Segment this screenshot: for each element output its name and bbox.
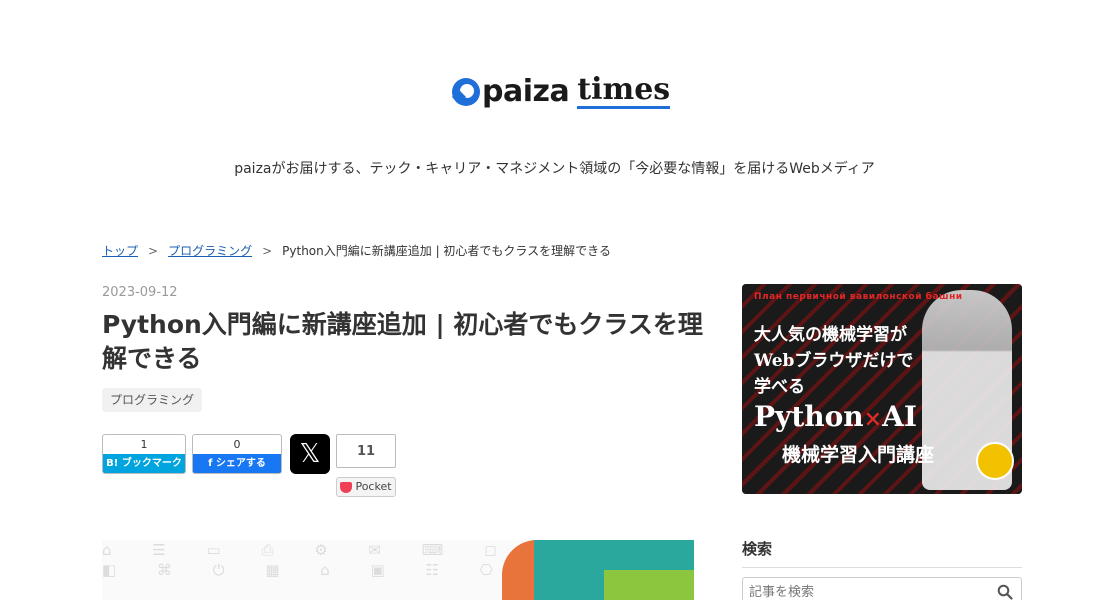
x-share-button[interactable]: 𝕏 (290, 434, 330, 474)
banner-course-name: 機械学習入門講座 (782, 444, 935, 466)
hatena-bookmark-button[interactable]: 1 B! ブックマーク (102, 434, 186, 474)
breadcrumb-separator: > (262, 243, 273, 258)
search-box (742, 577, 1022, 600)
hatena-label: B! ブックマーク (103, 454, 185, 473)
banner-python-ai: Python×AI (754, 400, 917, 433)
hero-accent-shape (534, 540, 694, 600)
site-tagline: paizaがお届けする、テック・キャリア・マネジメント領域の「今必要な情報」を届… (234, 161, 875, 177)
banner-line-1: 大人気の機械学習が (754, 325, 907, 345)
hatena-count: 1 (140, 438, 148, 451)
pocket-label: Pocket (355, 480, 392, 493)
facebook-share-button[interactable]: 0 f シェアする (192, 434, 282, 474)
banner-python: Python (754, 400, 864, 433)
article-title: Python入門編に新講座追加 | 初心者でもクラスを理解できる (102, 310, 703, 373)
breadcrumb: トップ > プログラミング > Python入門編に新講座追加 | 初心者でもク… (102, 242, 611, 259)
banner-ai: AI (882, 400, 917, 433)
facebook-count: 0 (233, 438, 241, 451)
search-icon[interactable] (997, 584, 1013, 600)
banner-top-text: План первичной вавилонской башни (754, 292, 963, 302)
breadcrumb-separator: > (148, 243, 159, 258)
logo-text-paiza: paiza (482, 74, 570, 109)
breadcrumb-link-top[interactable]: トップ (102, 242, 138, 259)
article-hero-image: ⌂ ☰ ▭ ⎙ ⚙ ✉ ⌨ ◻ ▤ ☐ ⎚ ◧ ⌘ ⏻ ▦ ⌂ ▣ ☷ ⎔ ◫ ⌗ (102, 540, 694, 600)
breadcrumb-link-programming[interactable]: プログラミング (168, 242, 252, 259)
python-ai-course-banner[interactable]: План первичной вавилонской башни 大人気の機械学… (742, 284, 1022, 494)
pocket-count: 11 (336, 434, 396, 468)
logo-text-times: times (577, 72, 671, 109)
banner-line-3: 学べる (754, 377, 805, 397)
article-date: 2023-09-12 (102, 285, 178, 300)
category-tag[interactable]: プログラミング (102, 388, 203, 412)
search-heading: 検索 (742, 538, 1022, 568)
pocket-button[interactable]: Pocket (336, 477, 396, 497)
banner-times: × (863, 406, 883, 432)
facebook-label: f シェアする (193, 454, 281, 473)
banner-line-2: Webブラウザだけで (754, 351, 914, 371)
breadcrumb-current: Python入門編に新講座追加 | 初心者でもクラスを理解できる (282, 244, 611, 258)
search-input[interactable] (743, 578, 983, 600)
pocket-icon (340, 481, 353, 493)
banner-avatar-badge (976, 442, 1014, 480)
site-logo[interactable]: paiza times (452, 72, 671, 110)
paiza-logo-icon (452, 78, 480, 106)
x-logo-icon: 𝕏 (299, 439, 321, 469)
